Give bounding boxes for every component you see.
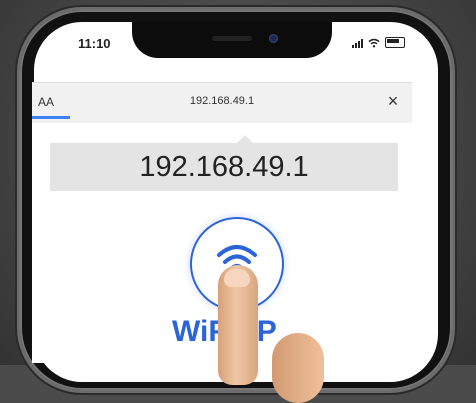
page-content: 192.168.49.1 WiFiAP — [32, 123, 412, 403]
wifi-icon — [368, 38, 380, 47]
browser-url-bar[interactable]: AA 192.168.49.1 × — [32, 82, 412, 124]
speaker — [212, 36, 252, 41]
front-camera — [269, 34, 278, 43]
notch — [132, 22, 332, 58]
fingernail — [224, 269, 250, 287]
hand-knuckle — [272, 333, 324, 403]
pointing-finger — [218, 265, 258, 385]
signal-icon — [352, 38, 363, 48]
status-time: 11:10 — [78, 36, 111, 51]
close-button[interactable]: × — [382, 91, 404, 112]
status-icons — [352, 37, 405, 48]
aa-underline — [32, 116, 70, 119]
callout-caret — [237, 135, 253, 143]
battery-icon — [385, 37, 405, 48]
ip-callout: 192.168.49.1 — [50, 143, 398, 191]
url-text[interactable]: 192.168.49.1 — [32, 95, 412, 107]
